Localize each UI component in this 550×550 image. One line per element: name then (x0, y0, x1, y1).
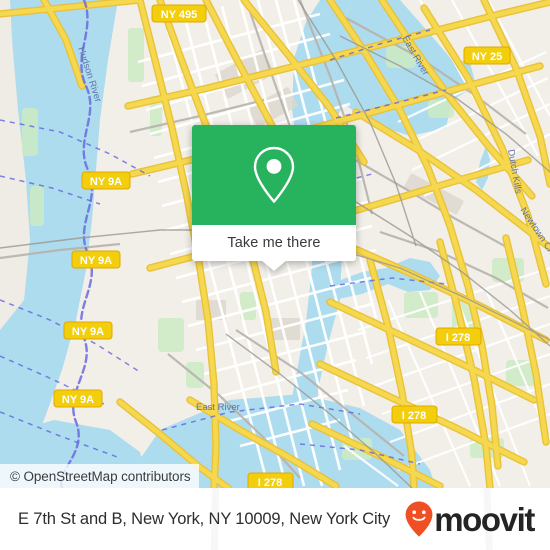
take-me-there-button[interactable]: Take me there (192, 225, 356, 261)
popup-pointer-tail (261, 260, 287, 271)
svg-text:NY 9A: NY 9A (72, 326, 104, 338)
map-attribution[interactable]: © OpenStreetMap contributors (0, 464, 199, 488)
map-shield-ny25: NY 25 (463, 46, 511, 65)
map-shield-ny495: NY 495 (151, 4, 207, 23)
location-pin-icon (253, 146, 295, 203)
map-shield-ny9a: NY 9A (63, 321, 113, 340)
map-shield-i278: I 278 (247, 472, 294, 488)
address-label: E 7th St and B, New York, NY 10009, New … (18, 509, 391, 528)
svg-text:NY 9A: NY 9A (90, 176, 122, 188)
footer-bar: E 7th St and B, New York, NY 10009, New … (0, 488, 550, 550)
moovit-smiling-pin-icon (405, 501, 433, 537)
map-shield-i278: I 278 (391, 405, 438, 424)
map-shield-i278: I 278 (435, 327, 482, 346)
svg-text:NY 9A: NY 9A (80, 255, 112, 267)
map-shield-ny9a: NY 9A (71, 250, 121, 269)
moovit-logo[interactable]: moovit (404, 500, 535, 538)
svg-text:NY 495: NY 495 (161, 9, 198, 21)
take-me-there-label: Take me there (227, 235, 321, 251)
attribution-text: © OpenStreetMap contributors (10, 468, 191, 484)
popup-icon-area (192, 125, 356, 225)
map-shield-ny9a: NY 9A (81, 171, 131, 190)
map-shield-ny9a: NY 9A (53, 389, 103, 408)
moovit-map-screenshot: Hudson River East River East River Dutch… (0, 0, 550, 550)
moovit-wordmark: moovit (434, 500, 535, 538)
svg-text:I 278: I 278 (402, 410, 426, 422)
map-popup-card[interactable]: Take me there (192, 125, 356, 271)
svg-text:I 278: I 278 (446, 332, 470, 344)
svg-text:I 278: I 278 (258, 477, 282, 488)
map-water-label: East River (196, 402, 240, 413)
svg-text:NY 25: NY 25 (472, 51, 502, 63)
svg-text:NY 9A: NY 9A (62, 394, 94, 406)
